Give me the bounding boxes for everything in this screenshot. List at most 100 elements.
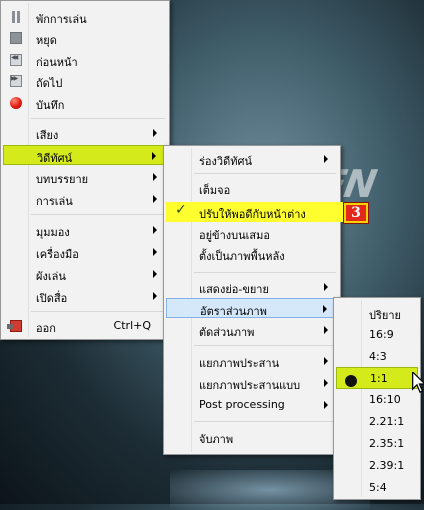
menu-item-label: เสียง (36, 129, 59, 142)
menu-item-label: แยกภาพประสาน (199, 357, 280, 370)
menu-item-label: การเล่น (36, 195, 73, 208)
menu-item-aspect-16-10[interactable]: 16:10 (336, 390, 418, 410)
submenu-arrow-icon (152, 152, 156, 160)
menu-item-aspect-1-1[interactable]: 1:1 (336, 367, 418, 389)
pause-icon (10, 11, 22, 23)
menu-item-label: อัตราส่วนภาพ (200, 305, 267, 318)
menu-item-label: ตั้งเป็นภาพพื้นหลัง (199, 250, 285, 263)
submenu-arrow-icon (153, 248, 157, 256)
menu-item-aspect-4-3[interactable]: 4:3 (336, 347, 418, 367)
mouse-cursor-icon (412, 372, 424, 394)
menu-item-deinterlace-mode[interactable]: แยกภาพประสานแบบ (166, 373, 338, 393)
main-context-menu: พักการเล่น หยุด ก่อนหน้า ถัดไป บันทึก เส… (0, 0, 170, 340)
menu-item-deinterlace[interactable]: แยกภาพประสาน (166, 351, 338, 371)
menu-item-open-media[interactable]: เปิดสื่อ (3, 286, 167, 306)
menu-item-always-on-top[interactable]: อยู่ข้างบนเสมอ (166, 223, 338, 243)
submenu-arrow-icon (324, 379, 328, 387)
menu-item-playlist[interactable]: ผังเล่น (3, 264, 167, 284)
menu-item-view[interactable]: มุมมอง (3, 220, 167, 240)
menu-item-quit[interactable]: ออก Ctrl+Q (3, 316, 167, 336)
menu-item-previous[interactable]: ก่อนหน้า (3, 50, 167, 70)
menu-item-label: แสดงย่อ-ขยาย (199, 283, 269, 296)
menu-item-label: เปิดสื่อ (36, 292, 68, 305)
menu-item-label: 16:9 (369, 328, 394, 341)
aspect-ratio-submenu: ปริยาย 16:9 4:3 1:1 16:10 2.21:1 2.35:1 … (333, 297, 421, 500)
menu-item-label: 5:4 (369, 481, 387, 494)
submenu-arrow-icon (153, 270, 157, 278)
menu-item-record[interactable]: บันทึก (3, 93, 167, 113)
step-number-badge: 3 (343, 202, 369, 224)
submenu-arrow-icon (323, 305, 327, 313)
menu-item-crop[interactable]: ตัดส่วนภาพ (166, 320, 338, 340)
menu-item-post-processing[interactable]: Post processing (166, 395, 338, 415)
menu-item-label: พักการเล่น (36, 13, 87, 26)
menu-item-aspect-5-4[interactable]: 5:4 (336, 478, 418, 498)
menu-item-audio[interactable]: เสียง (3, 123, 167, 143)
menu-item-label: ออก (36, 322, 56, 335)
menu-item-label: บทบรรยาย (36, 173, 89, 186)
record-icon (10, 97, 22, 109)
exit-icon (7, 320, 22, 332)
menu-item-label: 2.21:1 (369, 415, 405, 428)
menu-item-label: แยกภาพประสานแบบ (199, 379, 301, 392)
menu-item-aspect-16-9[interactable]: 16:9 (336, 325, 418, 345)
menu-item-aspect-2-21-1[interactable]: 2.21:1 (336, 412, 418, 432)
menu-item-label: 2.35:1 (369, 437, 405, 450)
menu-separator (31, 214, 165, 215)
menu-item-label: Post processing (199, 398, 285, 411)
menu-item-fit-window[interactable]: ✓ ปรับให้พอดีกับหน้าต่าง (166, 202, 350, 222)
menu-separator (31, 118, 165, 119)
submenu-arrow-icon (153, 292, 157, 300)
checkmark-icon: ✓ (175, 202, 187, 218)
menu-item-label: ตัดส่วนภาพ (199, 326, 255, 339)
menu-item-aspect-2-39-1[interactable]: 2.39:1 (336, 456, 418, 476)
menu-item-fullscreen[interactable]: เต็มจอ (166, 178, 338, 198)
menu-item-snapshot[interactable]: จับภาพ (166, 427, 338, 447)
menu-item-video[interactable]: วิดีทัศน์ (3, 145, 167, 165)
menu-item-label: อยู่ข้างบนเสมอ (199, 229, 270, 242)
submenu-arrow-icon (153, 173, 157, 181)
submenu-arrow-icon (153, 226, 157, 234)
menu-item-subtitles[interactable]: บทบรรยาย (3, 167, 167, 187)
submenu-arrow-icon (153, 129, 157, 137)
menu-item-label: บันทึก (36, 99, 65, 112)
menu-item-label: 16:10 (369, 393, 401, 406)
menu-item-aspect-ratio[interactable]: อัตราส่วนภาพ (166, 298, 338, 318)
next-icon (10, 75, 22, 87)
submenu-arrow-icon (324, 283, 328, 291)
menu-item-shortcut: Ctrl+Q (113, 319, 151, 332)
menu-item-pause[interactable]: พักการเล่น (3, 7, 167, 27)
menu-item-playback[interactable]: การเล่น (3, 189, 167, 209)
menu-item-next[interactable]: ถัดไป (3, 71, 167, 91)
menu-item-label: ผังเล่น (36, 270, 66, 283)
menu-separator (31, 311, 165, 312)
menu-item-stop[interactable]: หยุด (3, 28, 167, 48)
menu-item-zoom[interactable]: แสดงย่อ-ขยาย (166, 277, 338, 297)
submenu-arrow-icon (324, 401, 328, 409)
menu-item-label: ปริยาย (369, 309, 401, 322)
menu-separator (194, 272, 336, 273)
menu-separator (194, 345, 336, 346)
radio-selected-icon (345, 375, 357, 387)
menu-item-tools[interactable]: เครื่องมือ (3, 242, 167, 262)
menu-item-aspect-2-35-1[interactable]: 2.35:1 (336, 434, 418, 454)
menu-item-aspect-default[interactable]: ปริยาย (336, 303, 418, 323)
menu-item-video-track[interactable]: ร่องวิดีทัศน์ (166, 149, 338, 169)
submenu-arrow-icon (324, 357, 328, 365)
menu-item-label: เต็มจอ (199, 184, 231, 197)
video-submenu: ร่องวิดีทัศน์ เต็มจอ ✓ ปรับให้พอดีกับหน้… (163, 145, 350, 455)
submenu-arrow-icon (153, 195, 157, 203)
menu-separator (194, 173, 336, 174)
menu-item-label: วิดีทัศน์ (37, 152, 73, 165)
menu-item-label: มุมมอง (36, 226, 70, 239)
menu-item-label: ร่องวิดีทัศน์ (199, 155, 252, 168)
menu-separator (194, 421, 336, 422)
menu-item-label: จับภาพ (199, 433, 234, 446)
menu-item-label: 2.39:1 (369, 459, 405, 472)
menu-item-set-wallpaper[interactable]: ตั้งเป็นภาพพื้นหลัง (166, 244, 338, 264)
menu-item-label: ปรับให้พอดีกับหน้าต่าง (199, 208, 306, 221)
menu-item-label: ถัดไป (36, 77, 63, 90)
previous-icon (10, 54, 22, 66)
menu-item-label: 4:3 (369, 350, 387, 363)
menu-item-label: หยุด (36, 34, 57, 47)
